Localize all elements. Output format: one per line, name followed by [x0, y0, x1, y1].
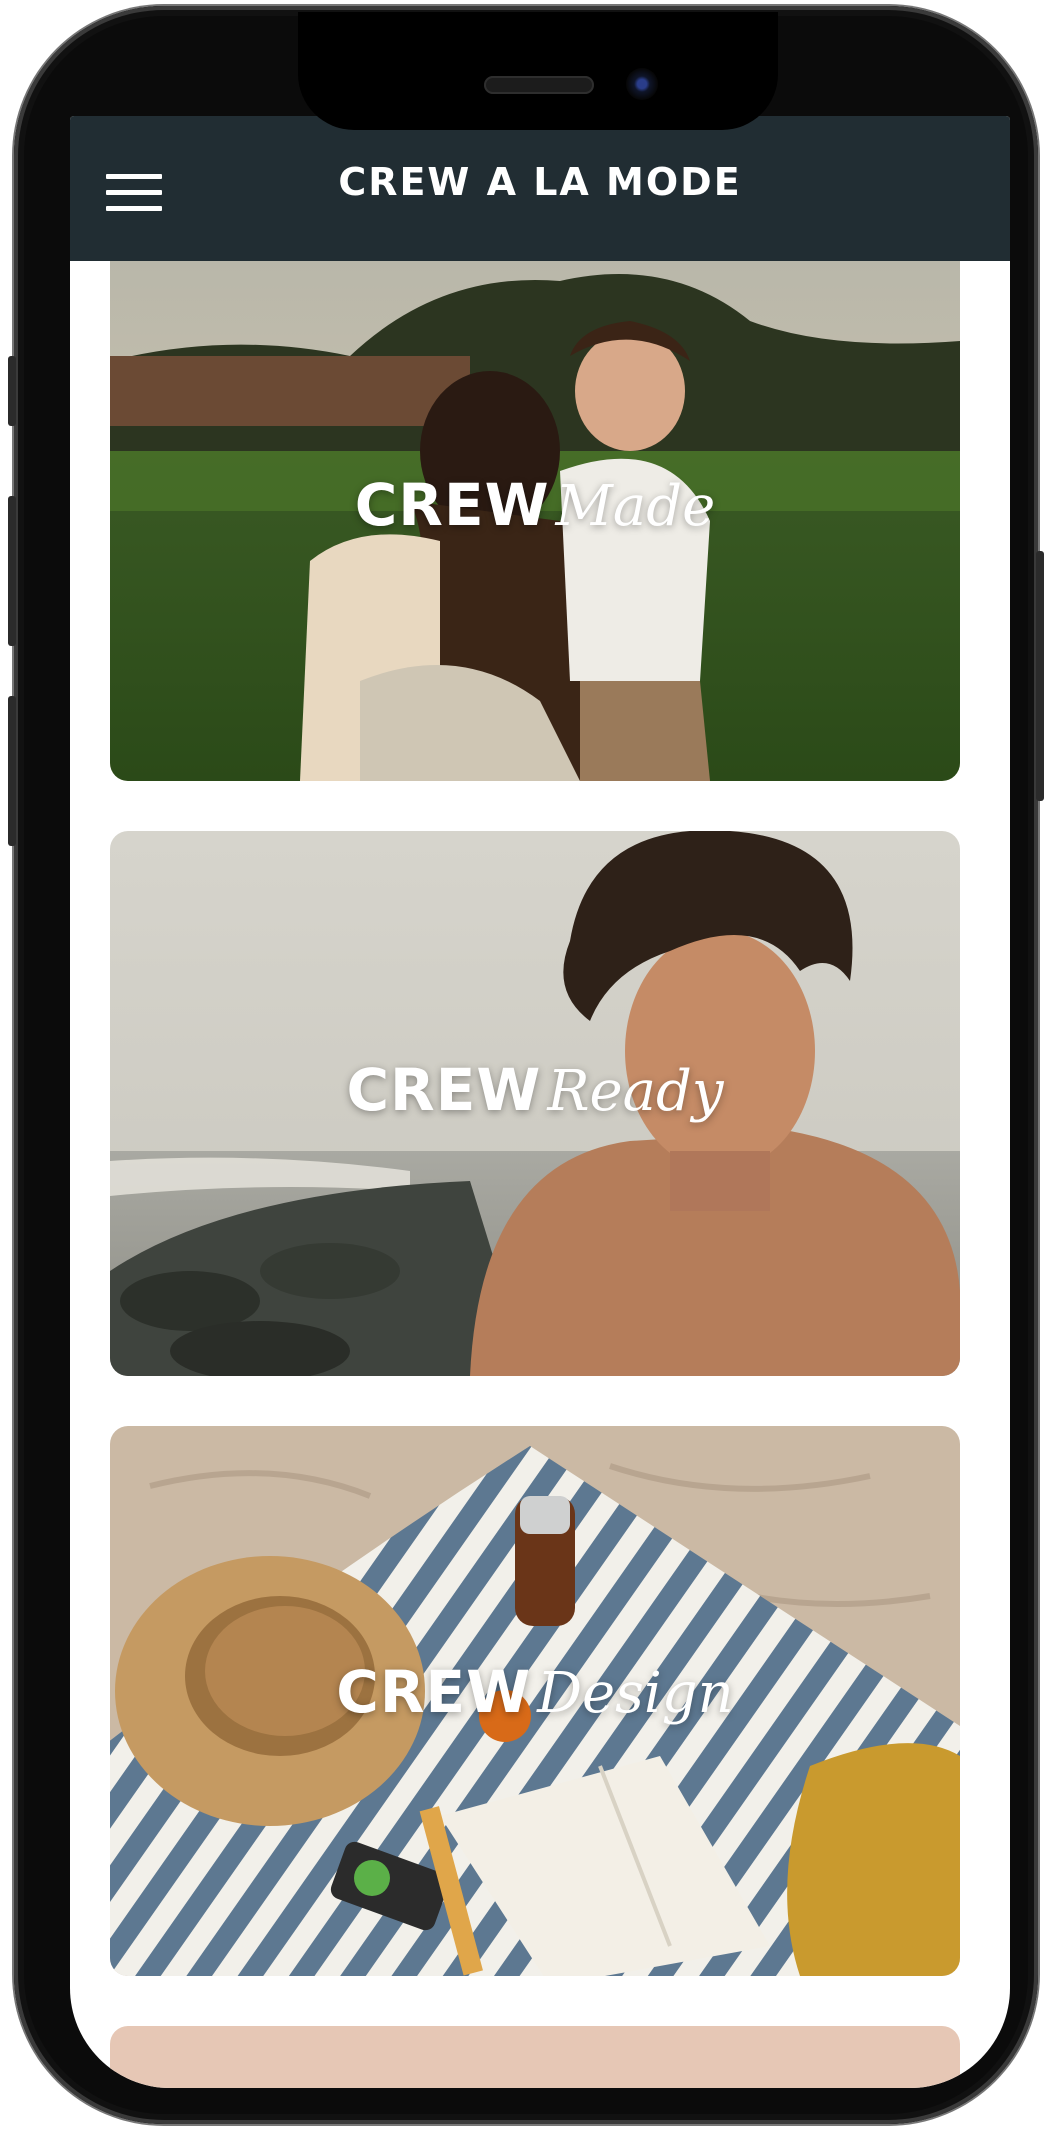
screen: CREW A LA MODE CREW Made CREW Ready CREW… [70, 116, 1010, 2088]
brand-title: CREW A LA MODE [338, 160, 742, 204]
card-crew-ready[interactable]: CREW Ready [110, 831, 960, 1376]
card-partial[interactable] [110, 2026, 960, 2088]
card-title-crew-ready: CREW Ready [110, 1056, 960, 1124]
notch [298, 12, 778, 130]
earpiece-speaker [484, 76, 594, 94]
mute-switch [8, 356, 16, 426]
card-crew-made[interactable]: CREW Made [110, 261, 960, 781]
power-button [1036, 551, 1044, 801]
volume-up-button [8, 496, 16, 646]
card-title-word-ready: Ready [547, 1059, 724, 1124]
card-title-word-crew: CREW [336, 1658, 532, 1726]
card-title-crew-design: CREW Design [110, 1658, 960, 1726]
front-camera [626, 68, 658, 100]
card-crew-design[interactable]: CREW Design [110, 1426, 960, 1976]
card-title-word-crew: CREW [354, 471, 550, 539]
card-title-word-made: Made [555, 474, 716, 539]
card-title-word-design: Design [537, 1661, 734, 1726]
volume-down-button [8, 696, 16, 846]
phone-frame: CREW A LA MODE CREW Made CREW Ready CREW… [8, 6, 1044, 2124]
card-title-word-crew: CREW [346, 1056, 542, 1124]
card-title-crew-made: CREW Made [110, 471, 960, 539]
app-header: CREW A LA MODE [70, 116, 1010, 261]
